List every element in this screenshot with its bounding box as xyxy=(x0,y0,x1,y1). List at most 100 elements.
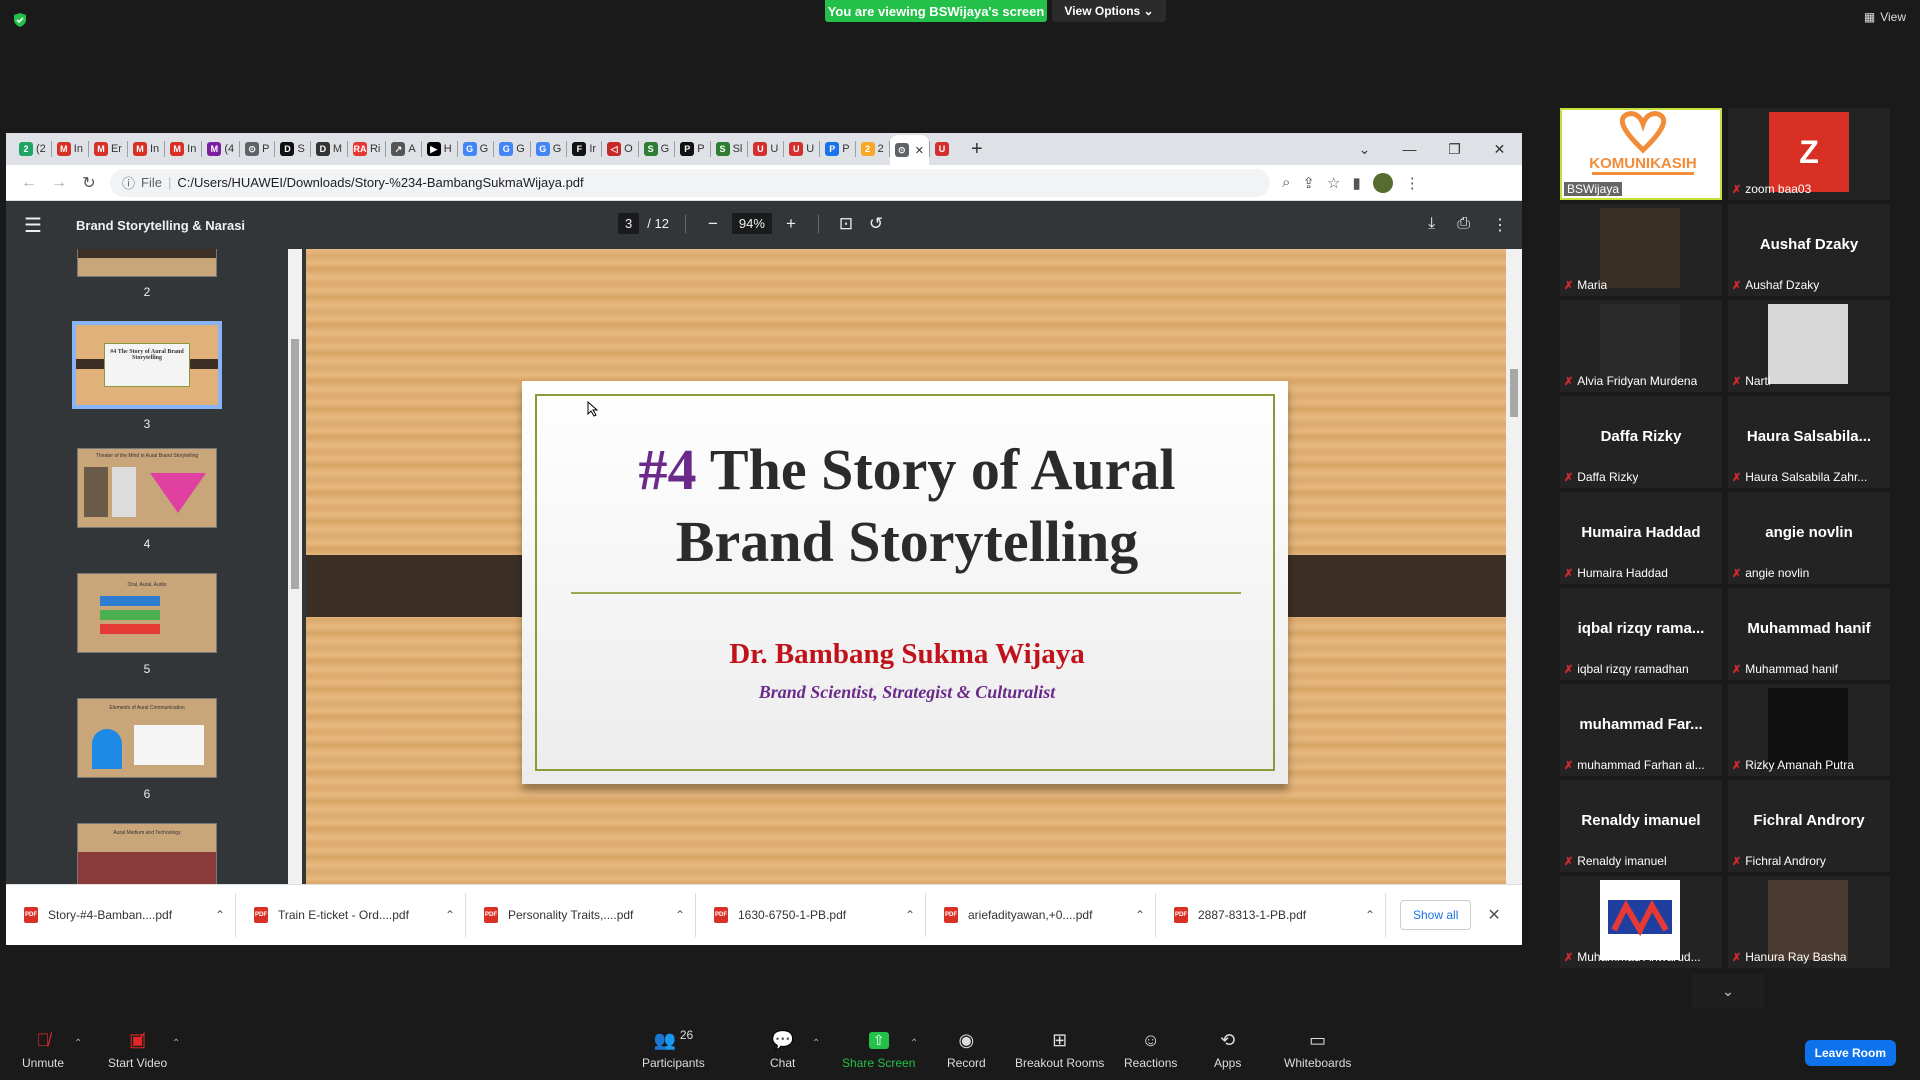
participant-tile[interactable]: Daffa Rizky ✗ Daffa Rizky xyxy=(1560,396,1722,488)
share-options-caret-icon[interactable]: ⌃ xyxy=(910,1038,918,1049)
security-shield-icon[interactable] xyxy=(12,12,28,28)
print-icon[interactable]: ⎙ xyxy=(1457,215,1470,235)
chevron-up-icon[interactable]: ⌃ xyxy=(445,908,455,922)
participant-tile[interactable]: muhammad Far... ✗ muhammad Farhan al... xyxy=(1560,684,1722,776)
participant-tile[interactable]: Muhammad hanif ✗ Muhammad hanif xyxy=(1728,588,1890,680)
url-input[interactable]: ⓘ File | C:/Users/HUAWEI/Downloads/Story… xyxy=(110,168,1270,197)
tab-search-icon[interactable]: ⌄ xyxy=(1342,141,1387,158)
participant-tile[interactable]: Renaldy imanuel ✗ Renaldy imanuel xyxy=(1560,780,1722,872)
browser-tab[interactable]: GG xyxy=(531,136,567,162)
minimize-icon[interactable]: — xyxy=(1387,141,1432,157)
browser-tab[interactable]: U xyxy=(930,136,957,162)
browser-tab[interactable]: F Ir xyxy=(567,136,601,162)
browser-tab[interactable]: SG xyxy=(639,136,675,162)
participant-tile[interactable]: iqbal rizqy rama... ✗ iqbal rizqy ramadhan xyxy=(1560,588,1722,680)
browser-tab[interactable]: S Sl xyxy=(711,136,748,162)
participant-tile[interactable]: ✗ Hanura Ray Basha xyxy=(1728,876,1890,968)
participant-tile[interactable]: Aushaf Dzaky ✗ Aushaf Dzaky xyxy=(1728,204,1890,296)
zoom-out-icon[interactable]: − xyxy=(702,214,724,234)
browser-tab[interactable]: M Er xyxy=(89,136,127,162)
browser-tab[interactable]: DS xyxy=(275,136,309,162)
unmute-button[interactable]: 🎙̸ Unmute xyxy=(22,1028,64,1071)
share-screen-button[interactable]: ⇧ Share Screen xyxy=(842,1028,915,1070)
share-icon[interactable]: ⇪ xyxy=(1302,174,1315,192)
profile-avatar[interactable] xyxy=(1372,172,1393,193)
view-options-button[interactable]: View Options ⌄ xyxy=(1052,0,1166,22)
browser-tab[interactable]: RA Ri xyxy=(348,136,385,162)
download-item[interactable]: PDF 1630-6750-1-PB.pdf ⌃ xyxy=(696,893,926,937)
fit-page-icon[interactable]: ⊡ xyxy=(835,214,857,234)
download-item[interactable]: PDF Story-#4-Bamban....pdf ⌃ xyxy=(6,893,236,937)
download-item[interactable]: PDF Personality Traits,....pdf ⌃ xyxy=(466,893,696,937)
back-icon[interactable]: ← xyxy=(14,174,44,192)
chat-options-caret-icon[interactable]: ⌃ xyxy=(812,1038,820,1049)
download-item[interactable]: PDF ariefadityawan,+0....pdf ⌃ xyxy=(926,893,1156,937)
browser-menu-icon[interactable]: ⋮ xyxy=(1405,174,1420,192)
thumbnail-page-4[interactable]: Theater of the Mind in Aural Brand Story… xyxy=(77,448,217,528)
browser-tab[interactable]: ▶ H xyxy=(422,136,457,162)
participant-tile[interactable]: ✗ Narti xyxy=(1728,300,1890,392)
show-all-downloads-button[interactable]: Show all xyxy=(1400,900,1472,930)
leave-room-button[interactable]: Leave Room xyxy=(1804,1040,1896,1066)
record-button[interactable]: ◉ Record xyxy=(947,1028,986,1071)
zoom-level-input[interactable]: 94% xyxy=(731,213,772,234)
hamburger-menu-icon[interactable]: ☰ xyxy=(24,213,64,238)
chevron-up-icon[interactable]: ⌃ xyxy=(1365,908,1375,922)
close-tab-icon[interactable]: ✕ xyxy=(915,144,924,157)
side-panel-icon[interactable]: ▮ xyxy=(1352,174,1360,192)
download-item[interactable]: PDF Train E-ticket - Ord....pdf ⌃ xyxy=(236,893,466,937)
whiteboards-button[interactable]: ▭ Whiteboards xyxy=(1284,1028,1351,1071)
chevron-up-icon[interactable]: ⌃ xyxy=(1135,908,1145,922)
thumbnail-page-6[interactable]: Elements of Aural Communication xyxy=(77,698,217,778)
participant-tile[interactable]: ✗ Alvia Fridyan Murdena xyxy=(1560,300,1722,392)
thumbnail-page-3[interactable]: #4 The Story of Aural Brand Storytelling xyxy=(72,321,222,409)
thumbnail-scrollbar[interactable] xyxy=(288,249,302,884)
zoom-lens-icon[interactable]: ⌕ xyxy=(1282,174,1290,191)
zoom-in-icon[interactable]: + xyxy=(780,214,802,234)
participant-tile[interactable]: angie novlin ✗ angie novlin xyxy=(1728,492,1890,584)
browser-tab[interactable]: M (4 xyxy=(202,136,239,162)
new-tab-icon[interactable]: + xyxy=(971,138,983,161)
browser-tab[interactable]: UU xyxy=(784,136,819,162)
restore-icon[interactable]: ❐ xyxy=(1432,141,1477,158)
browser-tab[interactable]: M In xyxy=(165,136,201,162)
browser-tab[interactable]: ⊙ P xyxy=(240,136,274,162)
browser-tab[interactable]: ◁ O xyxy=(602,136,638,162)
browser-tab[interactable]: PP xyxy=(820,136,854,162)
browser-tab[interactable]: ⊙ ✕ xyxy=(889,135,929,165)
bookmark-star-icon[interactable]: ☆ xyxy=(1327,174,1340,192)
participant-tile[interactable]: Fichral Androry ✗ Fichral Androry xyxy=(1728,780,1890,872)
more-options-icon[interactable]: ⋮ xyxy=(1492,215,1508,235)
participant-tile[interactable]: ✗ Maria xyxy=(1560,204,1722,296)
download-item[interactable]: PDF 2887-8313-1-PB.pdf ⌃ xyxy=(1156,893,1386,937)
page-number-input[interactable]: 3 xyxy=(618,213,640,234)
browser-tab[interactable]: GG xyxy=(458,136,494,162)
apps-button[interactable]: ⟲ Apps xyxy=(1214,1028,1241,1071)
browser-tab[interactable]: 2 (2 xyxy=(14,136,51,162)
thumbnail-page-7[interactable]: Aural Medium and Technology xyxy=(77,823,217,884)
page-scrollbar[interactable] xyxy=(1506,249,1522,884)
rotate-icon[interactable]: ↺ xyxy=(865,214,887,234)
browser-tab[interactable]: M In xyxy=(52,136,88,162)
reactions-button[interactable]: ☺ Reactions xyxy=(1124,1028,1177,1071)
browser-tab[interactable]: PP xyxy=(675,136,709,162)
view-button[interactable]: ▦ View xyxy=(1864,10,1906,24)
participants-button[interactable]: 👥 26 Participants xyxy=(642,1028,705,1070)
reload-icon[interactable]: ↻ xyxy=(74,173,104,193)
close-downloads-icon[interactable]: ✕ xyxy=(1487,905,1500,925)
participant-tile[interactable]: Haura Salsabila... ✗ Haura Salsabila Zahr.… xyxy=(1728,396,1890,488)
start-video-button[interactable]: ▣̸ Start Video xyxy=(108,1028,167,1071)
close-window-icon[interactable]: ✕ xyxy=(1477,141,1522,158)
participant-tile[interactable]: ✗ Rizky Amanah Putra xyxy=(1728,684,1890,776)
browser-tab[interactable]: UU xyxy=(748,136,783,162)
chevron-up-icon[interactable]: ⌃ xyxy=(215,908,225,922)
browser-tab[interactable]: GG xyxy=(494,136,530,162)
gallery-next-icon[interactable]: ⌄ xyxy=(1692,974,1764,1008)
chat-button[interactable]: 💬 Chat xyxy=(770,1028,795,1071)
participant-tile[interactable]: ✗ Muhammad Anwarud... xyxy=(1560,876,1722,968)
breakout-rooms-button[interactable]: ⊞ Breakout Rooms xyxy=(1015,1028,1104,1071)
browser-tab[interactable]: M In xyxy=(128,136,164,162)
participant-tile[interactable]: Z ✗ zoom baa03 xyxy=(1728,108,1890,200)
thumbnail-page-2[interactable] xyxy=(77,249,217,277)
audio-options-caret-icon[interactable]: ⌃ xyxy=(74,1038,82,1049)
